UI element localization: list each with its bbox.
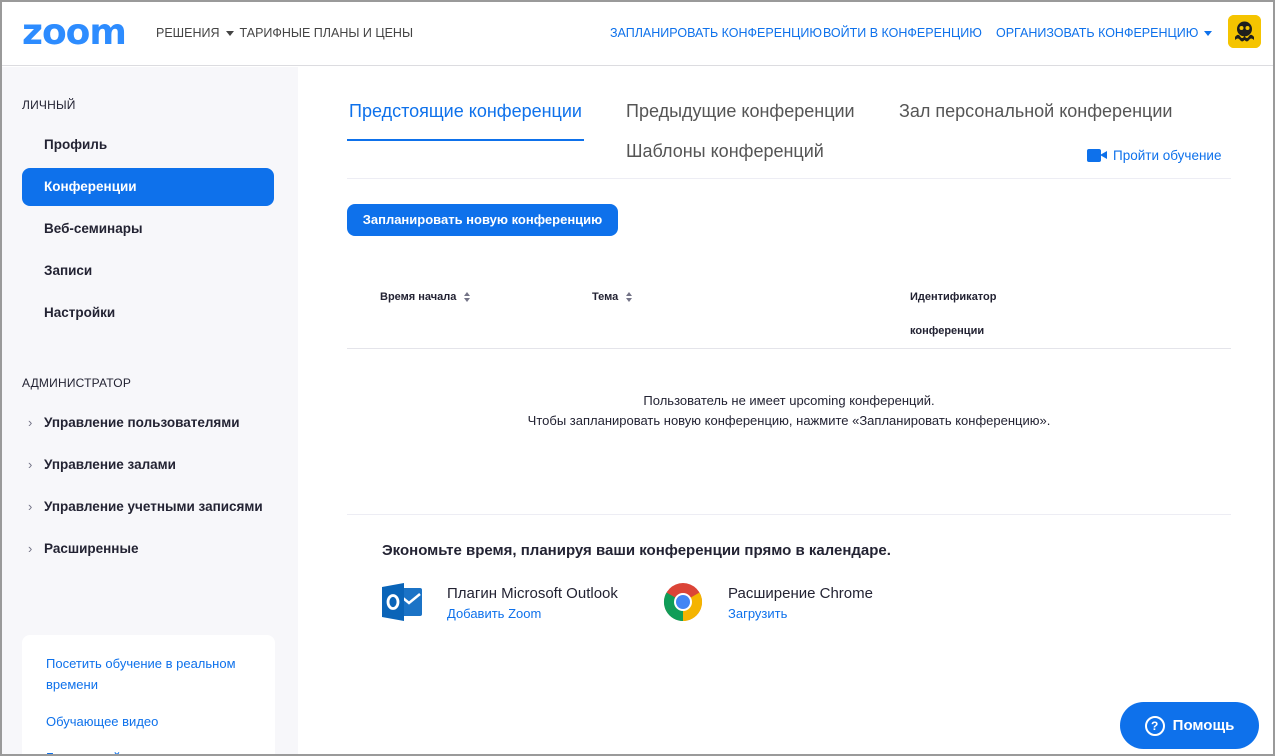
chevron-right-icon: ›: [28, 541, 33, 556]
promo-divider: [347, 514, 1231, 515]
column-header-start-time[interactable]: Время начала: [380, 291, 471, 303]
nav-host-menu[interactable]: ОРГАНИЗОВАТЬ КОНФЕРЕНЦИЮ: [996, 26, 1218, 40]
get-training-link[interactable]: Пройти обучение: [1087, 148, 1221, 163]
empty-state-line2: Чтобы запланировать новую конференцию, н…: [527, 413, 1051, 428]
column-header-meeting-id-line2: конференции: [910, 325, 985, 337]
nav-host-label: ОРГАНИЗОВАТЬ КОНФЕРЕНЦИЮ: [996, 26, 1199, 40]
top-header: zoom РЕШЕНИЯ ТАРИФНЫЕ ПЛАНЫ И ЦЕНЫ ЗАПЛА…: [2, 2, 1273, 66]
sidebar-item-webinars[interactable]: Веб-семинары: [22, 210, 274, 248]
chevron-down-icon: [225, 30, 234, 36]
nav-solutions[interactable]: РЕШЕНИЯ: [156, 26, 240, 40]
sidebar-heading-admin: АДМИНИСТРАТОР: [22, 376, 132, 390]
column-header-label: Время начала: [380, 291, 457, 303]
live-training-link[interactable]: Посетить обучение в реальном времени: [46, 653, 261, 695]
sidebar-item-account-management[interactable]: › Управление учетными записями: [22, 488, 274, 526]
sidebar-item-room-management[interactable]: › Управление залами: [22, 446, 274, 484]
octopus-avatar-icon: [1228, 15, 1261, 48]
app-window: zoom РЕШЕНИЯ ТАРИФНЫЕ ПЛАНЫ И ЦЕНЫ ЗАПЛА…: [0, 0, 1275, 756]
get-training-label: Пройти обучение: [1113, 148, 1222, 163]
tab-personal-room[interactable]: Зал персональной конференции: [899, 101, 1172, 122]
tab-upcoming-meetings[interactable]: Предстоящие конференции: [349, 101, 582, 122]
header-nav-left: РЕШЕНИЯ ТАРИФНЫЕ ПЛАНЫ И ЦЕНЫ: [156, 26, 413, 40]
schedule-new-meeting-button[interactable]: Запланировать новую конференцию: [347, 204, 618, 236]
active-tab-indicator: [347, 139, 584, 141]
sort-icon: [464, 292, 471, 302]
sidebar-item-settings[interactable]: Настройки: [22, 294, 274, 332]
sort-icon: [626, 292, 633, 302]
tab-previous-meetings[interactable]: Предыдущие конференции: [626, 101, 855, 122]
sidebar-item-label: Управление учетными записями: [44, 499, 263, 514]
table-header-divider: [347, 348, 1231, 349]
video-tutorials-link[interactable]: Обучающее видео: [46, 711, 158, 732]
column-header-topic[interactable]: Тема: [592, 291, 633, 303]
add-zoom-outlook-link[interactable]: Добавить Zoom: [447, 606, 541, 621]
question-icon: ?: [1144, 715, 1165, 736]
sidebar-item-recordings[interactable]: Записи: [22, 252, 274, 290]
chevron-right-icon: ›: [28, 499, 33, 514]
zoom-logo[interactable]: zoom: [22, 14, 127, 52]
nav-solutions-label: РЕШЕНИЯ: [156, 26, 220, 40]
video-camera-icon: [1087, 149, 1107, 162]
sidebar-item-meetings[interactable]: Конференции: [22, 168, 274, 206]
sidebar-heading-personal: ЛИЧНЫЙ: [22, 98, 76, 112]
knowledge-base-link[interactable]: База знаний: [46, 747, 121, 754]
sidebar-item-profile[interactable]: Профиль: [22, 126, 274, 164]
sidebar: ЛИЧНЫЙ Профиль Конференции Веб-семинары …: [2, 67, 298, 754]
sidebar-item-label: Управление пользователями: [44, 415, 240, 430]
chevron-right-icon: ›: [28, 415, 33, 430]
column-header-meeting-id-line1: Идентификатор: [910, 291, 997, 303]
sidebar-item-user-management[interactable]: › Управление пользователями: [22, 404, 274, 442]
chrome-extension-name: Расширение Chrome: [728, 585, 873, 602]
download-chrome-extension-link[interactable]: Загрузить: [728, 606, 787, 621]
tabs-divider: [347, 178, 1231, 179]
empty-state-line1: Пользователь не имеет upcoming конференц…: [643, 393, 935, 408]
sidebar-item-label: Управление залами: [44, 457, 176, 472]
outlook-icon: [382, 583, 422, 621]
outlook-plugin-name: Плагин Microsoft Outlook: [447, 585, 618, 602]
calendar-promo-title: Экономьте время, планируя ваши конференц…: [382, 542, 891, 559]
nav-plans[interactable]: ТАРИФНЫЕ ПЛАНЫ И ЦЕНЫ: [240, 26, 414, 40]
chevron-right-icon: ›: [28, 457, 33, 472]
nav-join-link[interactable]: ВОЙТИ В КОНФЕРЕНЦИЮ: [823, 26, 982, 40]
nav-schedule-link[interactable]: ЗАПЛАНИРОВАТЬ КОНФЕРЕНЦИЮ: [610, 26, 822, 40]
chevron-down-icon: [1204, 30, 1213, 36]
avatar[interactable]: [1228, 15, 1261, 48]
sidebar-item-label: Расширенные: [44, 541, 139, 556]
sidebar-item-advanced[interactable]: › Расширенные: [22, 530, 274, 568]
tab-meeting-templates[interactable]: Шаблоны конференций: [626, 141, 824, 162]
help-button-label: Помощь: [1172, 717, 1235, 734]
help-resources-box: Посетить обучение в реальном времени Обу…: [22, 635, 275, 754]
chrome-icon: [663, 583, 703, 622]
help-button[interactable]: ? Помощь: [1120, 702, 1259, 749]
column-header-label: Тема: [592, 291, 619, 303]
